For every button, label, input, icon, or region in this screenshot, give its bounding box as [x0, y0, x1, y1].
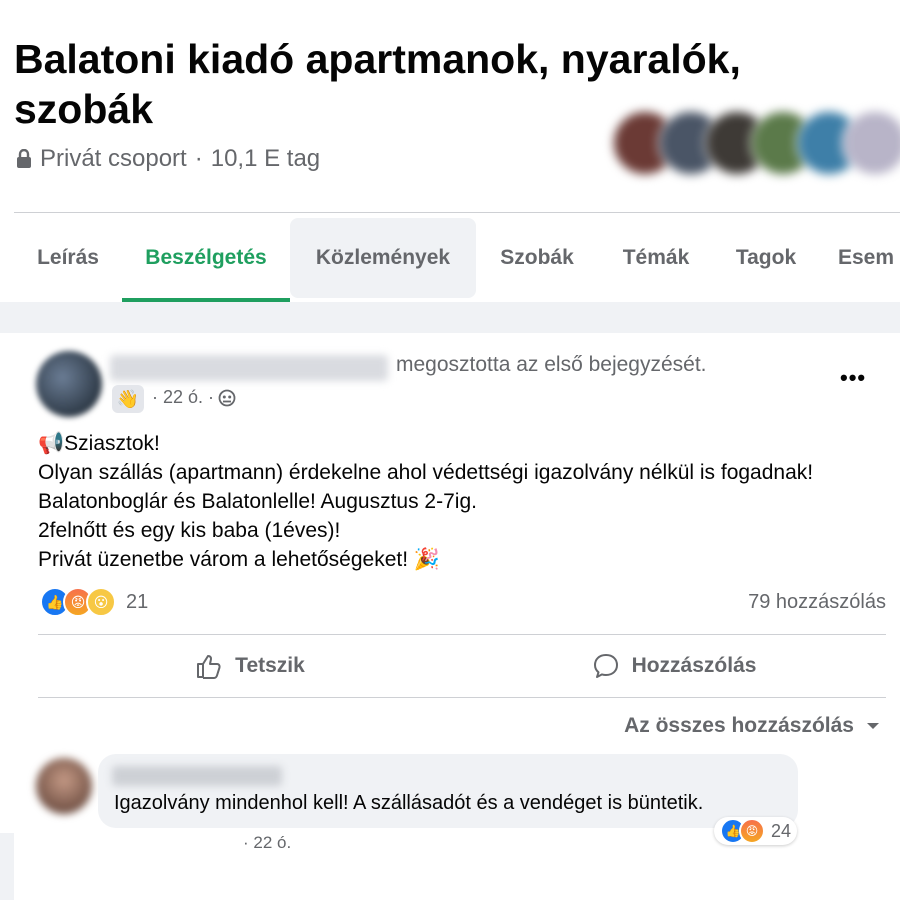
left-edge	[0, 333, 14, 833]
tab-announcements[interactable]: Közlemények	[290, 218, 476, 298]
post-line: Balatonboglár és Balatonlelle! Augusztus…	[38, 490, 477, 513]
comments-filter-dropdown[interactable]: Az összes hozzászólás	[624, 714, 880, 738]
wow-reaction-icon: 😮	[86, 587, 116, 617]
comment-bubble: Igazolvány mindenhol kell! A szállásadót…	[98, 754, 798, 828]
group-audience-icon	[218, 389, 236, 406]
caret-down-icon	[867, 723, 879, 729]
comment-author-name[interactable]	[112, 766, 282, 786]
post-card: megosztotta az első bejegyzését. 👋 · 22 …	[14, 333, 900, 900]
post-time-text: · 22 ó. ·	[152, 387, 215, 407]
lock-icon	[17, 149, 31, 168]
tab-discussion[interactable]: Beszélgetés	[122, 218, 290, 302]
reaction-count[interactable]: 21	[126, 591, 148, 614]
like-label: Tetszik	[235, 654, 305, 677]
post-actions: Tetszik Hozzászólás	[38, 635, 886, 697]
post-body: 📢Sziasztok! Olyan szállás (apartmann) ér…	[38, 429, 888, 574]
wave-icon: 👋	[116, 388, 140, 409]
post-time[interactable]: · 22 ó. ·	[152, 387, 236, 408]
post-line: Olyan szállás (apartmann) érdekelne ahol…	[38, 461, 814, 484]
member-avatars[interactable]	[612, 110, 900, 176]
like-button[interactable]: Tetszik	[38, 635, 462, 697]
comment-count[interactable]: 79 hozzászólás	[748, 591, 886, 614]
comment-icon	[593, 654, 618, 678]
comments-filter-label: Az összes hozzászólás	[624, 714, 854, 737]
avatar[interactable]	[36, 351, 102, 417]
thumbs-up-icon	[197, 655, 221, 679]
avatar[interactable]	[36, 758, 92, 814]
post-line: 2felnőtt és egy kis baba (1éves)!	[38, 519, 341, 542]
author-name[interactable]	[110, 355, 388, 381]
post-shared-text: megosztotta az első bejegyzését.	[396, 353, 707, 376]
more-options-button[interactable]: •••	[840, 365, 866, 391]
group-members[interactable]: 10,1 E tag	[211, 145, 320, 173]
divider	[38, 697, 886, 698]
comment-label: Hozzászólás	[631, 654, 757, 677]
divider	[14, 212, 900, 213]
comment-time[interactable]: · 22 ó.	[243, 833, 291, 853]
comment-reactions[interactable]: 👍 😡 24	[714, 817, 798, 845]
meta-separator: ·	[194, 145, 203, 172]
group-tabs: Leírás Beszélgetés Közlemények Szobák Té…	[14, 218, 900, 302]
group-meta: Privát csoport · 10,1 E tag	[16, 145, 320, 173]
group-privacy[interactable]: Privát csoport	[40, 145, 187, 173]
comment-reaction-count: 24	[771, 820, 792, 841]
post-line: 📢Sziasztok!	[38, 432, 160, 455]
post-line: Privát üzenetbe várom a lehetőségeket! 🎉	[38, 548, 441, 571]
post-reactions[interactable]: 👍 😡 😮 21	[40, 587, 148, 617]
comment-text: Igazolvány mindenhol kell! A szállásadót…	[114, 792, 704, 814]
tab-topics[interactable]: Témák	[598, 218, 714, 298]
new-member-badge[interactable]: 👋	[112, 385, 144, 413]
tab-rooms[interactable]: Szobák	[476, 218, 598, 298]
tab-members[interactable]: Tagok	[714, 218, 818, 298]
angry-reaction-icon: 😡	[739, 818, 765, 844]
avatar[interactable]	[842, 110, 900, 176]
comment-button[interactable]: Hozzászólás	[462, 635, 886, 697]
tab-events[interactable]: Esem	[818, 218, 900, 298]
tab-description[interactable]: Leírás	[14, 218, 122, 298]
